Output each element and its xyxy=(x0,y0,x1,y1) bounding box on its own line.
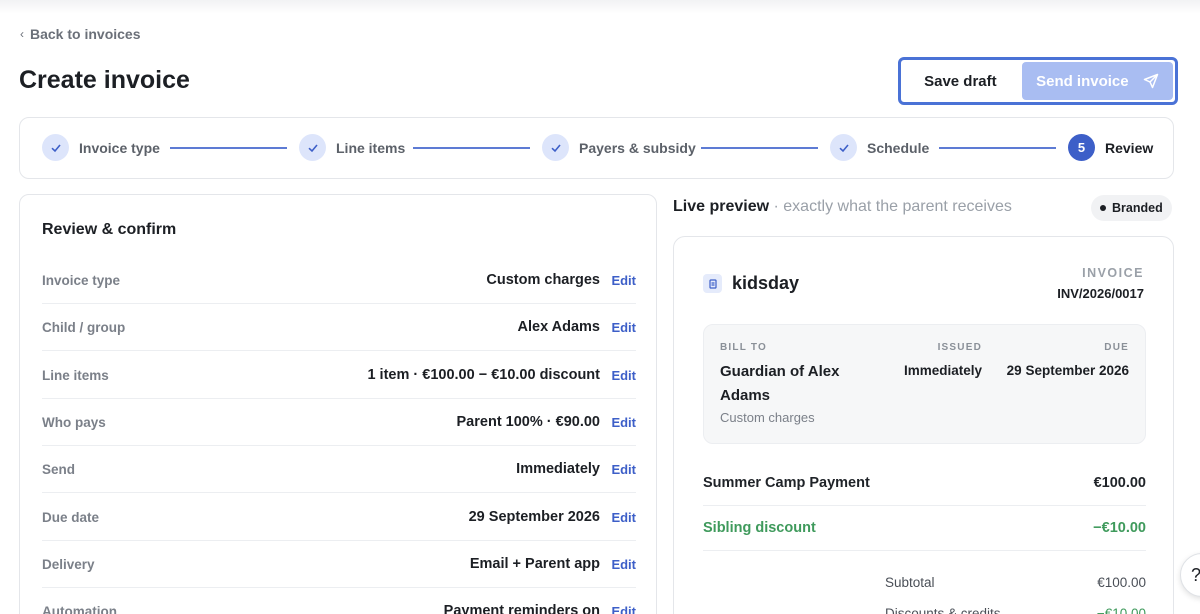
step-label: Schedule xyxy=(867,139,930,156)
subtotal-value: €100.00 xyxy=(1097,575,1146,590)
review-row-invoice-type: Invoice type Custom charges Edit xyxy=(42,257,636,304)
invoice-preview-card: kidsday INVOICE INV/2026/0017 BILL TO Gu… xyxy=(673,236,1174,614)
step-connector xyxy=(701,147,818,149)
check-icon xyxy=(299,134,326,161)
back-link[interactable]: ‹ Back to invoices xyxy=(20,26,141,42)
save-draft-button[interactable]: Save draft xyxy=(905,62,1016,100)
issued-label: ISSUED xyxy=(937,342,982,353)
row-value: Payment reminders on xyxy=(443,603,600,614)
discounts-value: −€10.00 xyxy=(1096,606,1146,614)
preview-separator: · xyxy=(773,198,779,215)
due-label: DUE xyxy=(1104,342,1129,353)
row-label: Due date xyxy=(42,509,100,525)
preview-subtitle: exactly what the parent receives xyxy=(783,198,1012,215)
back-link-label: Back to invoices xyxy=(30,26,141,42)
row-label: Line items xyxy=(42,367,109,383)
help-icon[interactable]: ? xyxy=(1180,553,1200,597)
step-number-badge: 5 xyxy=(1068,134,1095,161)
line-item-discount: Sibling discount −€10.00 xyxy=(703,506,1146,551)
step-label: Review xyxy=(1105,139,1154,156)
row-label: Send xyxy=(42,461,76,477)
bill-to-sub: Custom charges xyxy=(720,410,815,425)
review-row-line-items: Line items 1 item · €100.00 − €10.00 dis… xyxy=(42,352,636,399)
brand-name: kidsday xyxy=(732,273,800,293)
subtotal-label: Subtotal xyxy=(885,575,935,590)
bill-to-label: BILL TO xyxy=(720,342,767,353)
check-icon xyxy=(42,134,69,161)
line-item-name: Sibling discount xyxy=(703,520,816,536)
edit-invoice-type-link[interactable]: Edit xyxy=(600,273,636,288)
top-shadow xyxy=(0,0,1200,14)
page-title: Create invoice xyxy=(19,66,190,94)
bill-to-name: Guardian of Alex Adams xyxy=(720,363,840,404)
row-value: Custom charges xyxy=(486,272,600,288)
review-row-send: Send Immediately Edit xyxy=(42,446,636,493)
step-connector xyxy=(413,147,530,149)
review-row-automation: Automation Payment reminders on Edit xyxy=(42,588,636,614)
edit-due-date-link[interactable]: Edit xyxy=(600,510,636,525)
edit-automation-link[interactable]: Edit xyxy=(600,604,636,614)
step-label: Payers & subsidy xyxy=(579,139,696,156)
preview-title: Live preview xyxy=(673,198,770,215)
edit-child-group-link[interactable]: Edit xyxy=(600,320,636,335)
row-value: 29 September 2026 xyxy=(468,509,600,525)
review-row-delivery: Delivery Email + Parent app Edit xyxy=(42,541,636,588)
chevron-left-icon: ‹ xyxy=(20,27,24,41)
row-value: Immediately xyxy=(516,461,600,477)
step-payers-subsidy[interactable]: Payers & subsidy xyxy=(542,134,696,161)
invoice-label: INVOICE xyxy=(1082,266,1144,280)
preview-heading: Live preview · exactly what the parent r… xyxy=(673,198,1012,216)
branded-badge-label: Branded xyxy=(1112,201,1163,215)
action-button-group: Save draft Send invoice xyxy=(898,57,1178,105)
edit-line-items-link[interactable]: Edit xyxy=(600,368,636,383)
edit-send-link[interactable]: Edit xyxy=(600,462,636,477)
discounts-row: Discounts & credits −€10.00 xyxy=(885,606,1146,614)
step-connector xyxy=(939,147,1056,149)
row-label: Child / group xyxy=(42,319,126,335)
check-icon xyxy=(542,134,569,161)
row-label: Delivery xyxy=(42,556,95,572)
step-label: Invoice type xyxy=(79,139,160,156)
row-label: Invoice type xyxy=(42,272,121,288)
row-label: Who pays xyxy=(42,414,106,430)
line-item-amount: −€10.00 xyxy=(1093,520,1146,536)
review-row-due-date: Due date 29 September 2026 Edit xyxy=(42,494,636,541)
row-value: Email + Parent app xyxy=(469,556,600,572)
edit-who-pays-link[interactable]: Edit xyxy=(600,415,636,430)
invoice-number: INV/2026/0017 xyxy=(1057,286,1144,301)
invoice-stepper: Invoice type Line items Payers & subsidy… xyxy=(19,117,1174,179)
subtotal-row: Subtotal €100.00 xyxy=(885,575,1146,590)
line-item: Summer Camp Payment €100.00 xyxy=(703,461,1146,506)
review-row-child-group: Child / group Alex Adams Edit xyxy=(42,304,636,351)
step-label: Line items xyxy=(336,139,406,156)
step-connector xyxy=(170,147,287,149)
due-value: 29 September 2026 xyxy=(1006,363,1129,378)
row-value: Alex Adams xyxy=(517,319,600,335)
bill-to-box: BILL TO Guardian of Alex Adams Custom ch… xyxy=(703,324,1146,444)
branded-badge: Branded xyxy=(1091,195,1172,221)
dot-icon xyxy=(1100,205,1106,211)
send-invoice-label: Send invoice xyxy=(1036,72,1129,90)
brand-logo: kidsday xyxy=(703,273,799,294)
step-review[interactable]: 5 Review xyxy=(1068,134,1153,161)
review-row-who-pays: Who pays Parent 100% · €90.00 Edit xyxy=(42,399,636,446)
send-invoice-button[interactable]: Send invoice xyxy=(1021,62,1173,100)
step-invoice-type[interactable]: Invoice type xyxy=(42,134,160,161)
row-value: 1 item · €100.00 − €10.00 discount xyxy=(367,367,600,383)
row-label: Automation xyxy=(42,603,117,614)
check-icon xyxy=(830,134,857,161)
edit-delivery-link[interactable]: Edit xyxy=(600,557,636,572)
discounts-label: Discounts & credits xyxy=(885,606,1001,614)
review-title: Review & confirm xyxy=(42,221,177,238)
send-icon xyxy=(1143,73,1158,89)
row-value: Parent 100% · €90.00 xyxy=(456,414,600,430)
review-card: Review & confirm Invoice type Custom cha… xyxy=(19,194,657,614)
step-schedule[interactable]: Schedule xyxy=(830,134,929,161)
document-icon xyxy=(703,274,722,293)
line-item-name: Summer Camp Payment xyxy=(703,475,870,491)
issued-value: Immediately xyxy=(903,363,982,378)
line-item-amount: €100.00 xyxy=(1093,475,1146,491)
step-line-items[interactable]: Line items xyxy=(299,134,405,161)
